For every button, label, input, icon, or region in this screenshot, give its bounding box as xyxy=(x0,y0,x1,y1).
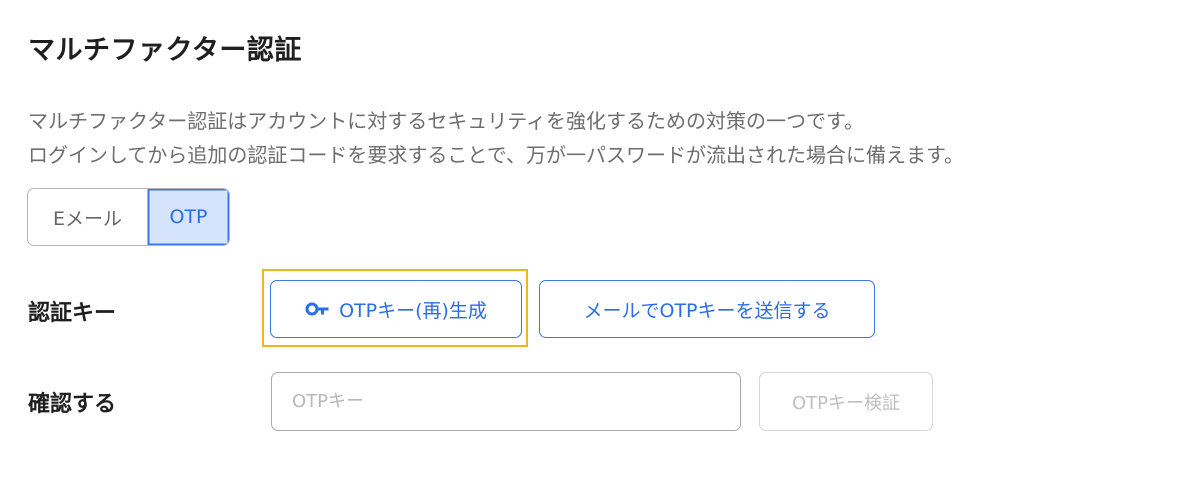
page-title: マルチファクター認証 xyxy=(28,35,302,66)
send-otp-email-button[interactable]: メールでOTPキーを送信する xyxy=(539,280,875,338)
auth-key-label: 認証キー xyxy=(28,301,117,326)
description-line-2: ログインしてから追加の認証コードを要求することで、万が一パスワードが流出された場… xyxy=(28,143,964,167)
generate-otp-key-button[interactable]: OTPキー(再)生成 xyxy=(270,280,522,338)
description-line-1: マルチファクター認証はアカウントに対するセキュリティを強化するための対策の一つで… xyxy=(28,109,864,133)
tab-email[interactable]: Eメール xyxy=(28,189,148,245)
verify-otp-key-button[interactable]: OTPキー検証 xyxy=(759,372,933,431)
generate-otp-key-label: OTPキー(再)生成 xyxy=(339,299,487,322)
key-icon xyxy=(305,302,331,316)
confirm-label: 確認する xyxy=(28,392,117,417)
tab-otp[interactable]: OTP xyxy=(148,189,229,245)
auth-method-toggle: Eメール OTP xyxy=(27,188,230,246)
otp-key-input[interactable] xyxy=(271,372,741,431)
description: マルチファクター認証はアカウントに対するセキュリティを強化するための対策の一つで… xyxy=(28,104,964,172)
